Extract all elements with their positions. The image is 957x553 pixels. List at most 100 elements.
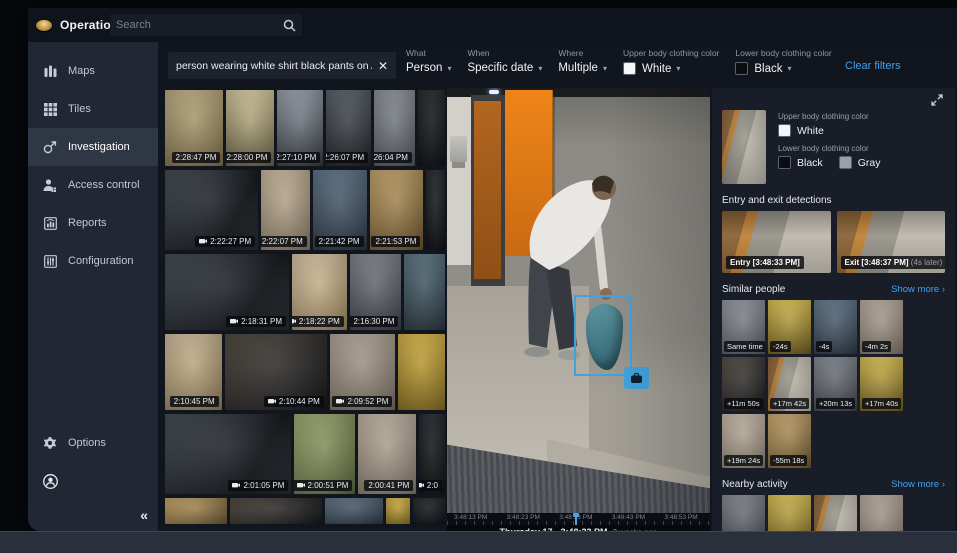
similar-person-thumbnail[interactable]: +11m 50s bbox=[722, 357, 765, 411]
global-search[interactable] bbox=[110, 14, 302, 36]
result-thumbnail[interactable]: 2:21:53 PM bbox=[370, 170, 424, 250]
result-thumbnail[interactable]: 2:00:41 PM bbox=[358, 414, 416, 494]
result-thumbnail[interactable]: 2:28:00 PM bbox=[226, 90, 274, 166]
result-thumbnail[interactable]: 2:10:45 PM bbox=[165, 334, 222, 410]
result-thumbnail[interactable]: 2:16:30 PM bbox=[350, 254, 402, 330]
sidebar-item-access-control[interactable]: Access control bbox=[28, 166, 158, 204]
results-row bbox=[165, 498, 445, 524]
filter-what[interactable]: WhatPerson▾ bbox=[406, 48, 451, 75]
sidebar-collapse-button[interactable]: « bbox=[140, 507, 148, 523]
sidebar-item-reports[interactable]: Reports bbox=[28, 204, 158, 242]
scene-fountain bbox=[450, 136, 467, 162]
result-thumbnail[interactable]: 2:22:27 PM bbox=[165, 170, 258, 250]
search-input[interactable] bbox=[116, 19, 283, 31]
app-window: Operation MapsTilesInvestigationAccess c… bbox=[28, 8, 957, 531]
similar-person-thumbnail[interactable]: +17m 42s bbox=[768, 357, 811, 411]
result-thumbnail[interactable] bbox=[165, 498, 227, 524]
search-icon[interactable] bbox=[283, 19, 296, 32]
selected-person-thumbnail[interactable] bbox=[722, 110, 766, 184]
attribute-label: Upper body clothing color bbox=[778, 112, 880, 121]
results-row: 2:18:31 PM 2:18:22 PM 2:16:30 PM bbox=[165, 254, 445, 330]
sidebar-item-maps[interactable]: Maps bbox=[28, 52, 158, 90]
result-thumbnail[interactable] bbox=[404, 254, 445, 330]
similar-person-thumbnail[interactable]: -55m 18s bbox=[768, 414, 811, 468]
result-thumbnail[interactable]: 2:0 bbox=[419, 414, 445, 494]
sidebar-item-label: Access control bbox=[68, 179, 140, 191]
result-thumbnail[interactable]: 2:01:05 PM bbox=[165, 414, 291, 494]
similar-person-thumbnail[interactable]: -4m 2s bbox=[860, 300, 903, 354]
filter-upper-body-clothing-color[interactable]: Upper body clothing colorWhite▾ bbox=[623, 48, 719, 75]
camera-icon bbox=[199, 237, 207, 246]
result-thumbnail[interactable]: 2:27:10 PM bbox=[277, 90, 323, 166]
filter-where[interactable]: WhereMultiple▾ bbox=[558, 48, 607, 75]
result-thumbnail[interactable]: 2:10:44 PM bbox=[225, 334, 327, 410]
result-thumbnail[interactable]: 2:28:47 PM bbox=[165, 90, 223, 166]
show-more-link[interactable]: Show more › bbox=[891, 284, 945, 295]
search-query-pill[interactable]: person wearing white shirt black pants o… bbox=[168, 52, 396, 79]
filter-when[interactable]: WhenSpecific date▾ bbox=[467, 48, 542, 75]
timeline-scrubber[interactable]: 3:48:13 PM3:48:23 PM3:48:33 PM3:48:43 PM… bbox=[447, 513, 710, 525]
result-thumbnail[interactable] bbox=[325, 498, 383, 524]
result-thumbnail[interactable]: 2:00:51 PM bbox=[294, 414, 355, 494]
result-thumbnail[interactable] bbox=[413, 498, 445, 524]
similar-person-thumbnail[interactable]: -4s bbox=[814, 300, 857, 354]
result-thumbnail[interactable] bbox=[230, 498, 322, 524]
sidebar-item-user[interactable] bbox=[28, 461, 158, 501]
entry-exit-thumbnail[interactable]: Exit [3:48:37 PM] (4s later) bbox=[837, 211, 946, 273]
sidebar: Maps Tiles Investigation Access control Repo… bbox=[28, 42, 158, 531]
selected-person-card: Upper body clothing color White Lower bo… bbox=[722, 110, 945, 184]
nearby-activity-thumbnail[interactable]: -4s bbox=[860, 495, 903, 531]
result-thumbnail[interactable] bbox=[426, 170, 445, 250]
thumbnail-timestamp: 2:18:31 PM bbox=[226, 316, 286, 327]
sidebar-item-label: Maps bbox=[68, 65, 95, 77]
filter-lower-body-clothing-color[interactable]: Lower body clothing colorBlack▾ bbox=[735, 48, 831, 75]
clear-filters-button[interactable]: Clear filters bbox=[845, 60, 901, 72]
chip-time-label: +19m 24s bbox=[724, 455, 763, 466]
result-thumbnail[interactable]: 2:21:42 PM bbox=[313, 170, 367, 250]
result-thumbnail[interactable]: 2:18:31 PM bbox=[165, 254, 289, 330]
camera-icon bbox=[268, 397, 276, 406]
thumbnail-timestamp: 2:22:07 PM bbox=[261, 236, 307, 247]
sidebar-item-tiles[interactable]: Tiles bbox=[28, 90, 158, 128]
sidebar-bottom: Options « bbox=[28, 425, 158, 531]
similar-person-thumbnail[interactable]: +17m 40s bbox=[860, 357, 903, 411]
expand-icon[interactable] bbox=[931, 94, 943, 106]
nearby-activity-section-header: Nearby activity Show more › bbox=[722, 479, 945, 490]
result-thumbnail[interactable] bbox=[398, 334, 445, 410]
result-thumbnail[interactable]: 2:09:52 PM bbox=[330, 334, 396, 410]
result-thumbnail[interactable]: 2:26:07 PM bbox=[326, 90, 371, 166]
show-more-link[interactable]: Show more › bbox=[891, 479, 945, 490]
result-thumbnail[interactable] bbox=[386, 498, 410, 524]
chevron-down-icon: ▾ bbox=[603, 64, 607, 73]
timeline-playhead[interactable] bbox=[575, 513, 577, 525]
chip-time-label: +20m 13s bbox=[816, 398, 855, 409]
close-icon[interactable]: ✕ bbox=[378, 59, 388, 73]
result-thumbnail[interactable]: 2:18:22 PM bbox=[292, 254, 347, 330]
similar-person-thumbnail[interactable]: +20m 13s bbox=[814, 357, 857, 411]
thumbnail-timestamp: 2:18:22 PM bbox=[292, 316, 344, 327]
filter-value: Multiple▾ bbox=[558, 62, 607, 74]
similar-person-thumbnail[interactable]: Same time bbox=[722, 300, 765, 354]
similar-person-thumbnail[interactable]: -24s bbox=[768, 300, 811, 354]
sidebar-item-configuration[interactable]: Configuration bbox=[28, 242, 158, 280]
nearby-activity-thumbnail[interactable]: -4m 54s bbox=[768, 495, 811, 531]
reports-icon bbox=[42, 217, 58, 230]
nearby-activity-thumbnail[interactable]: -2m 18s bbox=[814, 495, 857, 531]
chevron-down-icon: ▾ bbox=[447, 64, 451, 73]
thumbnail-timestamp: 2:01:05 PM bbox=[228, 480, 288, 491]
sidebar-item-options[interactable]: Options bbox=[28, 425, 158, 461]
result-thumbnail[interactable]: 2:22:07 PM bbox=[261, 170, 310, 250]
chip-time-label: -55m 18s bbox=[770, 455, 807, 466]
entry-exit-thumbnail[interactable]: Entry [3:48:33 PM] bbox=[722, 211, 831, 273]
result-thumbnail[interactable] bbox=[418, 90, 445, 166]
detection-badge[interactable] bbox=[624, 367, 649, 389]
sidebar-item-label: Investigation bbox=[68, 141, 130, 153]
video-frame[interactable] bbox=[447, 88, 710, 513]
sidebar-item-investigation[interactable]: Investigation bbox=[28, 128, 158, 166]
nearby-activity-thumbnail[interactable]: -4m 56s bbox=[722, 495, 765, 531]
thumbnail-timestamp: 2:21:42 PM bbox=[315, 236, 364, 247]
result-thumbnail[interactable]: 2:26:04 PM bbox=[374, 90, 415, 166]
similar-person-thumbnail[interactable]: +19m 24s bbox=[722, 414, 765, 468]
detail-panel: Upper body clothing color White Lower bo… bbox=[712, 88, 955, 531]
investigation-icon bbox=[42, 140, 58, 154]
